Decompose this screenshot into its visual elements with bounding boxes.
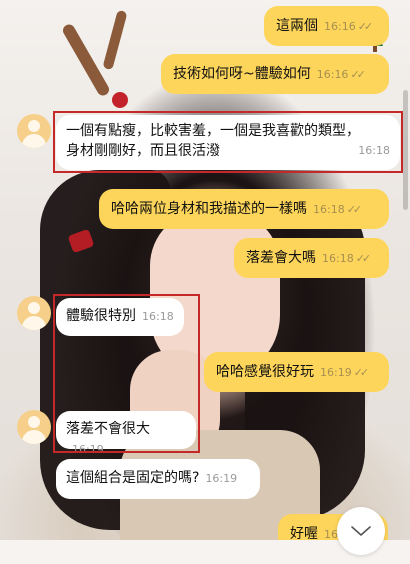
message-bubble-outgoing[interactable]: 落差會大嗎 16:18 ✓✓ [234,238,389,278]
scroll-to-bottom-button[interactable] [337,507,385,555]
user-avatar-icon [28,302,40,314]
contact-avatar[interactable] [17,114,51,148]
highlight-box [53,294,200,453]
message-bubble-outgoing[interactable]: 哈哈兩位身材和我描述的一樣嗎 16:18 ✓✓ [99,189,389,229]
user-avatar-icon [28,120,40,132]
avatar-body-shape [22,430,46,444]
message-time: 16:16 [324,20,356,33]
read-receipt-icon: ✓✓ [355,252,372,265]
read-receipt-icon: ✓✓ [353,366,370,379]
message-time: 16:19 [320,366,352,379]
message-bubble-outgoing[interactable]: 這兩個 16:16 ✓✓ [264,6,389,46]
contact-avatar[interactable] [17,410,51,444]
message-time: 16:18 [313,203,345,216]
message-text: 落差會大嗎 [246,250,316,266]
read-receipt-icon: ✓✓ [350,68,366,81]
chat-scrollbar[interactable] [403,90,408,210]
avatar-body-shape [22,316,46,330]
message-text: 哈哈感覺很好玩 [216,364,314,380]
wallpaper-antler-branch [102,9,128,71]
avatar-body-shape [22,134,46,148]
message-bubble-outgoing[interactable]: 技術如何呀~體驗如何 16:16 ✓✓ [161,54,389,94]
message-bubble-incoming[interactable]: 這個組合是固定的嗎? 16:19 [56,459,260,499]
message-text: 技術如何呀~體驗如何 [173,66,311,82]
read-receipt-icon: ✓✓ [357,20,374,33]
user-avatar-icon [28,416,40,428]
message-text: 哈哈兩位身材和我描述的一樣嗎 [111,201,307,217]
message-bubble-outgoing[interactable]: 哈哈感覺很好玩 16:19 ✓✓ [204,352,389,392]
read-receipt-icon: ✓✓ [346,203,363,216]
chevron-down-icon [351,526,371,536]
message-text: 這個組合是固定的嗎? [66,470,200,486]
message-time: 16:18 [322,252,354,265]
contact-avatar[interactable] [17,296,51,330]
wallpaper-berry [112,92,128,108]
highlight-box [53,111,403,173]
message-time: 16:16 [316,68,349,81]
message-time: 16:19 [205,472,238,485]
message-text: 這兩個 [276,18,318,34]
